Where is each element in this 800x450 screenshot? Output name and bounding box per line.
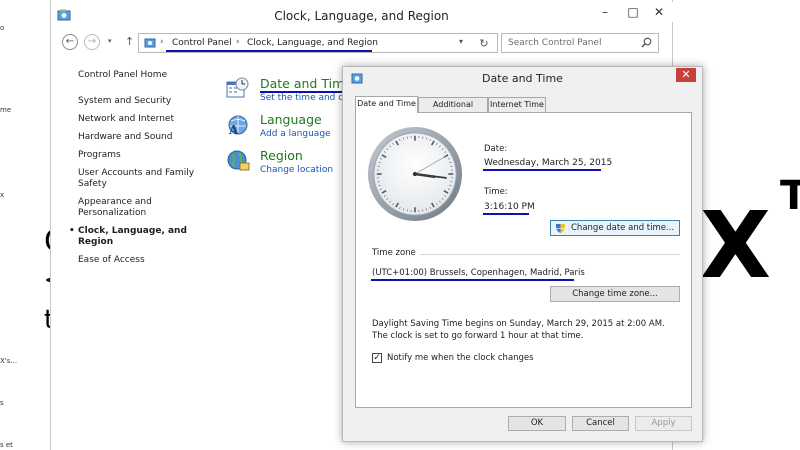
navigation-bar: ← → ▾ ↑ › Control Panel › Clock, Languag… [51, 30, 672, 56]
time-value: 3:16:10 PM [484, 202, 535, 212]
nav-clock-language-region[interactable]: Clock, Language, and Region [69, 226, 218, 248]
add-language-link[interactable]: Add a language [260, 129, 331, 139]
cancel-button[interactable]: Cancel [572, 416, 629, 431]
daylight-saving-text: Daylight Saving Time begins on Sunday, M… [372, 319, 665, 341]
change-location-link[interactable]: Change location [260, 165, 333, 175]
calendar-clock-icon [226, 77, 249, 98]
time-zone-divider [420, 254, 680, 255]
minimize-button[interactable]: – [591, 2, 619, 22]
window-title: Clock, Language, and Region [274, 9, 449, 23]
address-bar[interactable]: › Control Panel › Clock, Language, and R… [138, 33, 498, 53]
nav-system-security[interactable]: System and Security [78, 96, 218, 107]
window-titlebar[interactable]: Clock, Language, and Region – □ ✕ [51, 0, 673, 30]
notify-checkbox[interactable]: ✓ [372, 353, 382, 363]
annotation-underline [166, 50, 372, 52]
dialog-title: Date and Time [482, 72, 563, 85]
time-label: Time: [484, 187, 508, 197]
breadcrumb-separator-icon: › [160, 37, 164, 47]
desktop-fragment: s et [0, 441, 13, 449]
change-time-zone-button[interactable]: Change time zone... [550, 286, 680, 302]
date-time-dialog: Date and Time ✕ Date and Time Additional… [342, 66, 703, 442]
date-label: Date: [484, 144, 508, 154]
address-dropdown-chevron-icon[interactable]: ▾ [459, 37, 463, 46]
back-button[interactable]: ← [62, 34, 78, 50]
nav-ease-of-access[interactable]: Ease of Access [78, 255, 218, 266]
change-date-time-button[interactable]: Change date and time... [550, 220, 680, 236]
search-icon[interactable] [641, 37, 652, 48]
time-zone-value: (UTC+01:00) Brussels, Copenhagen, Madrid… [372, 268, 585, 278]
desktop-fragment: o [0, 24, 5, 32]
background-letter-x: X [700, 192, 771, 299]
tab-additional-clocks[interactable]: Additional Clocks [418, 97, 488, 123]
change-date-time-label: Change date and time... [571, 223, 675, 233]
desktop-fragment: X's... [0, 357, 18, 365]
language-title[interactable]: Language [260, 112, 322, 127]
nav-appearance[interactable]: Appearance and Personalization [78, 197, 170, 219]
tab-panel: Date: Wednesday, March 25, 2015 Time: 3:… [355, 112, 692, 408]
region-title[interactable]: Region [260, 148, 303, 163]
nav-hardware-sound[interactable]: Hardware and Sound [78, 132, 218, 143]
time-zone-label: Time zone [372, 248, 416, 258]
nav-network-internet[interactable]: Network and Internet [78, 114, 218, 125]
breadcrumb-control-panel[interactable]: Control Panel [172, 38, 232, 48]
desktop-left-strip: o me x X's... s s et [0, 0, 50, 450]
desktop-fragment: x [0, 191, 5, 199]
control-panel-icon [144, 38, 156, 48]
desktop-fragment: me [0, 106, 12, 114]
desktop-fragment: s [0, 399, 4, 407]
nav-user-accounts[interactable]: User Accounts and Family Safety [78, 168, 196, 190]
search-input[interactable]: Search Control Panel [501, 33, 659, 53]
apply-button[interactable]: Apply [635, 416, 692, 431]
tab-date-and-time[interactable]: Date and Time [355, 96, 418, 113]
breadcrumb-separator-icon[interactable]: › [236, 37, 240, 47]
ok-button[interactable]: OK [508, 416, 566, 431]
annotation-underline [483, 213, 529, 215]
maximize-button[interactable]: □ [619, 2, 647, 22]
svg-text:A: A [228, 123, 239, 136]
search-placeholder: Search Control Panel [508, 38, 602, 48]
tab-internet-time[interactable]: Internet Time [488, 97, 546, 113]
up-arrow-icon[interactable]: ↑ [125, 35, 134, 48]
left-navigation: Control Panel Home System and Security N… [69, 70, 218, 273]
notify-label[interactable]: Notify me when the clock changes [387, 353, 534, 363]
close-button[interactable]: ✕ [645, 2, 673, 22]
shield-icon [556, 224, 565, 233]
nav-programs[interactable]: Programs [78, 150, 218, 161]
date-value: Wednesday, March 25, 2015 [484, 158, 613, 168]
dialog-titlebar[interactable]: Date and Time ✕ [343, 67, 702, 89]
globe-icon [227, 150, 250, 171]
background-letter-t: T [780, 173, 800, 219]
nav-control-panel-home[interactable]: Control Panel Home [78, 70, 218, 81]
annotation-underline [371, 279, 574, 281]
refresh-icon[interactable]: ↻ [476, 36, 492, 52]
forward-button[interactable]: → [84, 34, 100, 50]
breadcrumb-current[interactable]: Clock, Language, and Region [247, 38, 378, 48]
annotation-underline [483, 169, 601, 171]
recent-pages-chevron-icon[interactable]: ▾ [108, 37, 112, 45]
language-icon: A [228, 115, 248, 136]
analog-clock [367, 126, 463, 222]
date-time-title[interactable]: Date and Time [260, 76, 352, 91]
dialog-close-button[interactable]: ✕ [676, 68, 696, 82]
